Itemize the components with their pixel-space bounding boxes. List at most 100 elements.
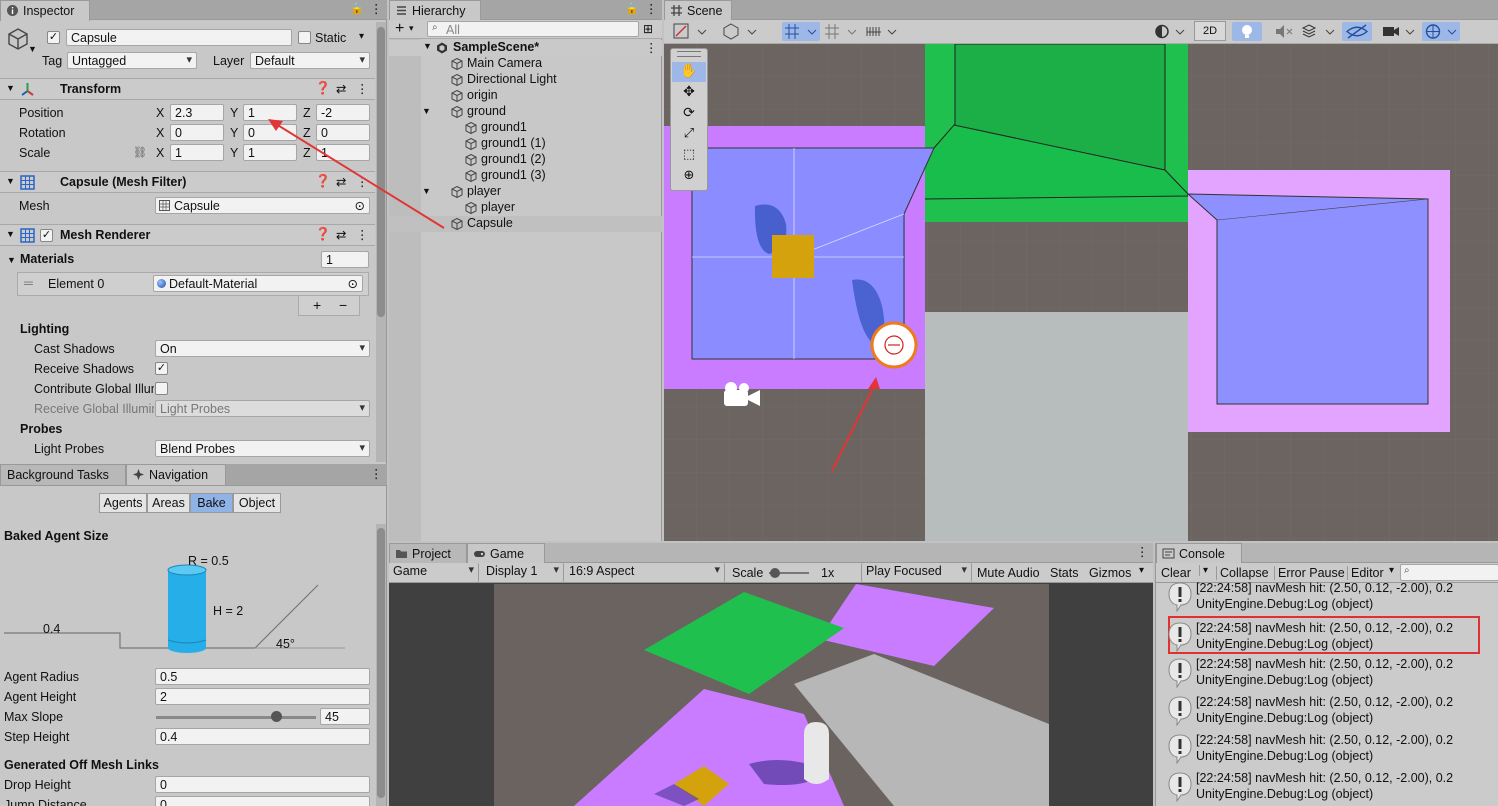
object-picker-icon[interactable]: ⊙: [348, 276, 358, 291]
add-element-button[interactable]: +: [313, 297, 321, 313]
bake-button[interactable]: Bake: [190, 493, 233, 513]
scale-y-field[interactable]: 1: [243, 144, 297, 161]
scene-row[interactable]: ▼ SampleScene* ⋮: [389, 40, 662, 56]
audio-toggle-icon[interactable]: [1272, 22, 1296, 41]
agent-height-field[interactable]: 2: [155, 688, 370, 705]
scale-slider[interactable]: [769, 568, 809, 578]
display-dropdown[interactable]: Display 1: [482, 563, 564, 582]
ruler-icon[interactable]: [864, 22, 902, 41]
kebab-menu-icon[interactable]: ⋮: [370, 466, 383, 481]
drop-height-field[interactable]: 0: [155, 776, 370, 793]
slider-thumb[interactable]: [770, 568, 780, 578]
static-checkbox[interactable]: [298, 31, 311, 44]
foldout-arrow-icon[interactable]: ▼: [7, 255, 16, 265]
mesh-renderer-enabled-checkbox[interactable]: ✓: [40, 229, 53, 242]
object-button[interactable]: Object: [233, 493, 281, 513]
effects-icon[interactable]: [1300, 22, 1338, 41]
materials-count-field[interactable]: 1: [321, 251, 369, 268]
jump-distance-field[interactable]: 0: [155, 796, 370, 806]
tab-console[interactable]: Console: [1156, 543, 1242, 564]
inspector-scrollbar[interactable]: [376, 22, 386, 462]
add-button[interactable]: +: [395, 20, 404, 38]
shading-mode-icon[interactable]: [1152, 22, 1190, 41]
cast-shadows-dropdown[interactable]: On: [155, 340, 370, 357]
lighting-toggle-icon[interactable]: [1232, 22, 1262, 41]
scale-tool-icon[interactable]: ⤢: [672, 125, 706, 145]
play-focused-dropdown[interactable]: Play Focused: [861, 563, 972, 582]
active-checkbox[interactable]: ✓: [47, 31, 60, 44]
lock-icon[interactable]: 🔒: [350, 2, 364, 15]
hierarchy-item-ground1[interactable]: ground1: [389, 120, 662, 136]
kebab-menu-icon[interactable]: ⋮: [645, 40, 658, 55]
console-entry[interactable]: [22:24:58] navMesh hit: (2.50, 0.12, -2.…: [1160, 730, 1490, 768]
contribute-gi-checkbox[interactable]: [155, 382, 168, 395]
hierarchy-item-player-child[interactable]: player: [389, 200, 662, 216]
hierarchy-item-ground1-3[interactable]: ground1 (3): [389, 168, 662, 184]
chevron-down-icon[interactable]: ▾: [409, 23, 414, 34]
console-entry[interactable]: [22:24:58] navMesh hit: (2.50, 0.12, -2.…: [1160, 654, 1490, 692]
gizmos-icon[interactable]: [1422, 22, 1460, 41]
tab-game[interactable]: Game: [467, 543, 545, 564]
preset-icon[interactable]: ⇄: [336, 174, 346, 189]
rect-tool-icon[interactable]: ⬚: [672, 146, 706, 166]
foldout-arrow-icon[interactable]: ▼: [423, 41, 432, 51]
kebab-menu-icon[interactable]: ⋮: [356, 81, 369, 96]
drag-handle-icon[interactable]: ═: [24, 276, 33, 290]
position-x-field[interactable]: 2.3: [170, 104, 224, 121]
step-height-field[interactable]: 0.4: [155, 728, 370, 745]
help-icon[interactable]: ❓: [315, 174, 331, 189]
preset-icon[interactable]: ⇄: [336, 81, 346, 96]
mute-audio-button[interactable]: Mute Audio: [977, 566, 1040, 580]
scale-z-field[interactable]: 1: [316, 144, 370, 161]
transform-header[interactable]: ▼ Transform ❓ ⇄ ⋮: [0, 78, 375, 100]
chevron-down-icon[interactable]: ▾: [1389, 565, 1394, 576]
console-entry[interactable]: [22:24:58] navMesh hit: (2.50, 0.12, -2.…: [1160, 578, 1490, 616]
object-picker-icon[interactable]: ⊙: [355, 198, 365, 213]
object-name-input[interactable]: Capsule: [66, 29, 292, 46]
lock-icon[interactable]: 🔒: [625, 2, 639, 15]
mesh-object-field[interactable]: Capsule ⊙: [155, 197, 370, 214]
chevron-down-icon[interactable]: ▾: [1139, 565, 1144, 576]
render-mode-icon[interactable]: [722, 22, 760, 41]
kebab-menu-icon[interactable]: ⋮: [1136, 544, 1149, 559]
console-entry[interactable]: [22:24:58] navMesh hit: (2.50, 0.12, -2.…: [1168, 616, 1480, 654]
hand-tool-icon[interactable]: ✋: [672, 62, 706, 82]
gizmos-button[interactable]: Gizmos: [1089, 566, 1131, 580]
scale-x-field[interactable]: 1: [170, 144, 224, 161]
hierarchy-item-origin[interactable]: origin: [389, 88, 662, 104]
foldout-arrow-icon[interactable]: ▼: [6, 176, 15, 186]
hierarchy-item-ground1-1[interactable]: ground1 (1): [389, 136, 662, 152]
tab-hierarchy[interactable]: Hierarchy: [389, 0, 481, 21]
tab-navigation[interactable]: Navigation: [126, 464, 226, 485]
agent-radius-field[interactable]: 0.5: [155, 668, 370, 685]
hierarchy-item-player[interactable]: ▼ player: [389, 184, 662, 200]
hierarchy-item-ground1-2[interactable]: ground1 (2): [389, 152, 662, 168]
chevron-down-icon[interactable]: ▼: [28, 44, 37, 54]
help-icon[interactable]: ❓: [315, 227, 331, 242]
kebab-menu-icon[interactable]: ⋮: [356, 174, 369, 189]
console-entry[interactable]: [22:24:58] navMesh hit: (2.50, 0.12, -2.…: [1160, 692, 1490, 730]
tab-inspector[interactable]: Inspector: [0, 0, 90, 21]
hierarchy-item-directional-light[interactable]: Directional Light: [389, 72, 662, 88]
grid-snap-icon[interactable]: [782, 22, 820, 41]
max-slope-field[interactable]: 45: [320, 708, 370, 725]
navigation-scrollbar[interactable]: [376, 524, 386, 806]
kebab-menu-icon[interactable]: ⋮: [356, 227, 369, 242]
stats-button[interactable]: Stats: [1050, 566, 1079, 580]
scrollbar-thumb[interactable]: [377, 27, 385, 317]
drag-handle-icon[interactable]: [677, 51, 701, 57]
game-viewport[interactable]: [494, 584, 1049, 806]
layer-dropdown[interactable]: Default: [250, 52, 370, 69]
preset-icon[interactable]: ⇄: [336, 227, 346, 242]
transform-tool-icon[interactable]: ⊕: [672, 167, 706, 187]
slider-thumb[interactable]: [271, 711, 282, 722]
rotation-x-field[interactable]: 0: [170, 124, 224, 141]
tag-dropdown[interactable]: Untagged: [67, 52, 197, 69]
foldout-arrow-icon[interactable]: ▼: [6, 229, 15, 239]
foldout-arrow-icon[interactable]: ▼: [6, 83, 15, 93]
light-probes-dropdown[interactable]: Blend Probes: [155, 440, 370, 457]
max-slope-slider[interactable]: [156, 711, 316, 722]
agents-button[interactable]: Agents: [99, 493, 147, 513]
scene-viewport[interactable]: [664, 44, 1498, 541]
move-tool-icon[interactable]: ✥: [672, 83, 706, 103]
